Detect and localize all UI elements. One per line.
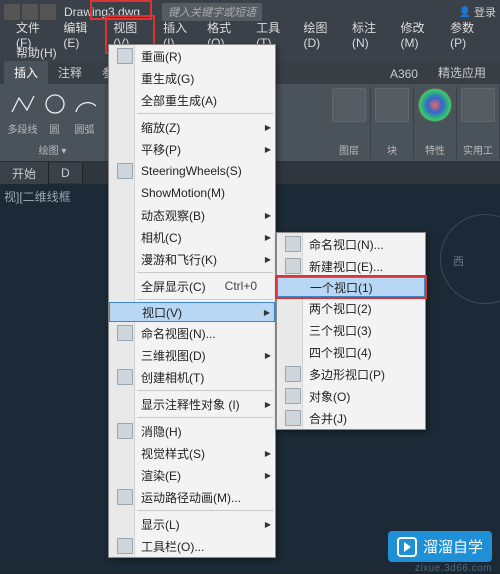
viewport-submenu-item-3[interactable]: 两个视口(2) xyxy=(277,297,425,319)
play-icon xyxy=(397,537,417,557)
viewport-submenu-item-5[interactable]: 四个视口(4) xyxy=(277,341,425,363)
menu-help[interactable]: 帮助(H) xyxy=(10,44,63,62)
menu-draw[interactable]: 绘图(D) xyxy=(298,17,344,52)
block-icon[interactable] xyxy=(375,88,409,122)
polyline-icon[interactable] xyxy=(9,92,37,116)
viewport-submenu: 命名视口(N)...新建视口(E)...一个视口(1)两个视口(2)三个视口(3… xyxy=(276,232,426,430)
ribbon-tab-insert[interactable]: 插入 xyxy=(4,61,48,84)
panel-block: 块 xyxy=(371,86,414,159)
panel-draw-label: 绘图 ▾ xyxy=(39,140,67,157)
view-menu-item-5[interactable]: 平移(P) xyxy=(109,138,275,160)
properties-icon[interactable] xyxy=(418,88,452,122)
viewport-submenu-item-6[interactable]: 多边形视口(P) xyxy=(277,363,425,385)
view-menu-item-24[interactable]: 运动路径动画(M)... xyxy=(109,486,275,508)
watermark-url: zixue.3d66.com xyxy=(415,563,492,574)
circle-label: 圆 xyxy=(42,119,68,136)
watermark-text: 溜溜自学 xyxy=(423,536,483,557)
viewport-submenu-item-1[interactable]: 新建视口(E)... xyxy=(277,255,425,277)
view-menu-item-0[interactable]: 重画(R) xyxy=(109,45,275,67)
view-menu-item-22[interactable]: 视觉样式(S) xyxy=(109,442,275,464)
view-menu-item-17[interactable]: 创建相机(T) xyxy=(109,366,275,388)
menu-bar: 文件(F) 编辑(E) 视图(V) 插入(I) 格式(O) 工具(T) 绘图(D… xyxy=(0,24,500,44)
view-menu-item-21[interactable]: 消隐(H) xyxy=(109,420,275,442)
arc-label: 圆弧 xyxy=(72,119,98,136)
doc-tab-start[interactable]: 开始 xyxy=(0,162,49,185)
panel-props-label: 特性 xyxy=(425,140,445,157)
menu-param[interactable]: 参数(P) xyxy=(444,17,490,52)
viewport-submenu-item-4[interactable]: 三个视口(3) xyxy=(277,319,425,341)
layers-icon[interactable] xyxy=(332,88,366,122)
view-menu-item-16[interactable]: 三维视图(D) xyxy=(109,344,275,366)
menu-dim[interactable]: 标注(N) xyxy=(346,17,392,52)
menu-edit[interactable]: 编辑(E) xyxy=(57,17,103,52)
menu-modify[interactable]: 修改(M) xyxy=(394,17,442,52)
view-menu-item-10[interactable]: 漫游和飞行(K) xyxy=(109,248,275,270)
nav-dir-west: 西 xyxy=(453,253,464,269)
view-menu-item-2[interactable]: 全部重生成(A) xyxy=(109,89,275,111)
ribbon-tab-a360[interactable]: A360 xyxy=(380,64,428,84)
view-menu-dropdown: 重画(R)重生成(G)全部重生成(A) 缩放(Z)平移(P)SteeringWhe… xyxy=(108,44,276,558)
polyline-label: 多段线 xyxy=(8,119,38,136)
view-menu-item-27[interactable]: 工具栏(O)... xyxy=(109,535,275,557)
viewport-controls[interactable]: 视][二维线框 xyxy=(4,188,71,205)
view-menu-item-1[interactable]: 重生成(G) xyxy=(109,67,275,89)
arc-icon[interactable] xyxy=(72,92,98,116)
utilities-icon[interactable] xyxy=(461,88,495,122)
panel-layers-label: 图层 xyxy=(339,140,359,157)
circle-icon[interactable] xyxy=(42,92,68,116)
panel-draw: 多段线 圆 圆弧 绘图 ▾ xyxy=(0,86,106,159)
view-menu-item-6[interactable]: SteeringWheels(S) xyxy=(109,160,275,182)
view-menu-item-23[interactable]: 渲染(E) xyxy=(109,464,275,486)
panel-block-label: 块 xyxy=(387,140,397,157)
panel-util: 实用工 xyxy=(457,86,500,159)
view-menu-item-7[interactable]: ShowMotion(M) xyxy=(109,182,275,204)
view-menu-item-4[interactable]: 缩放(Z) xyxy=(109,116,275,138)
panel-layers: 图层 xyxy=(328,86,371,159)
panel-util-label: 实用工 xyxy=(463,140,493,157)
panel-props: 特性 xyxy=(414,86,457,159)
watermark: 溜溜自学 xyxy=(388,531,492,562)
nav-wheel[interactable]: 西 xyxy=(440,214,500,304)
view-menu-item-8[interactable]: 动态观察(B) xyxy=(109,204,275,226)
doc-tab-drawing[interactable]: D xyxy=(49,163,83,183)
view-menu-item-12[interactable]: 全屏显示(C)Ctrl+0 xyxy=(109,275,275,297)
viewport-submenu-item-7[interactable]: 对象(O) xyxy=(277,385,425,407)
viewport-submenu-item-0[interactable]: 命名视口(N)... xyxy=(277,233,425,255)
ribbon-tab-annotate[interactable]: 注释 xyxy=(48,61,92,84)
viewport-submenu-item-2[interactable]: 一个视口(1) xyxy=(277,277,425,297)
view-menu-item-19[interactable]: 显示注释性对象 (I) xyxy=(109,393,275,415)
viewport-submenu-item-8[interactable]: 合并(J) xyxy=(277,407,425,429)
view-menu-item-9[interactable]: 相机(C) xyxy=(109,226,275,248)
view-menu-item-26[interactable]: 显示(L) xyxy=(109,513,275,535)
ribbon-tab-featured[interactable]: 精选应用 xyxy=(428,61,496,84)
view-menu-item-15[interactable]: 命名视图(N)... xyxy=(109,322,275,344)
view-menu-item-14[interactable]: 视口(V) xyxy=(109,302,275,322)
